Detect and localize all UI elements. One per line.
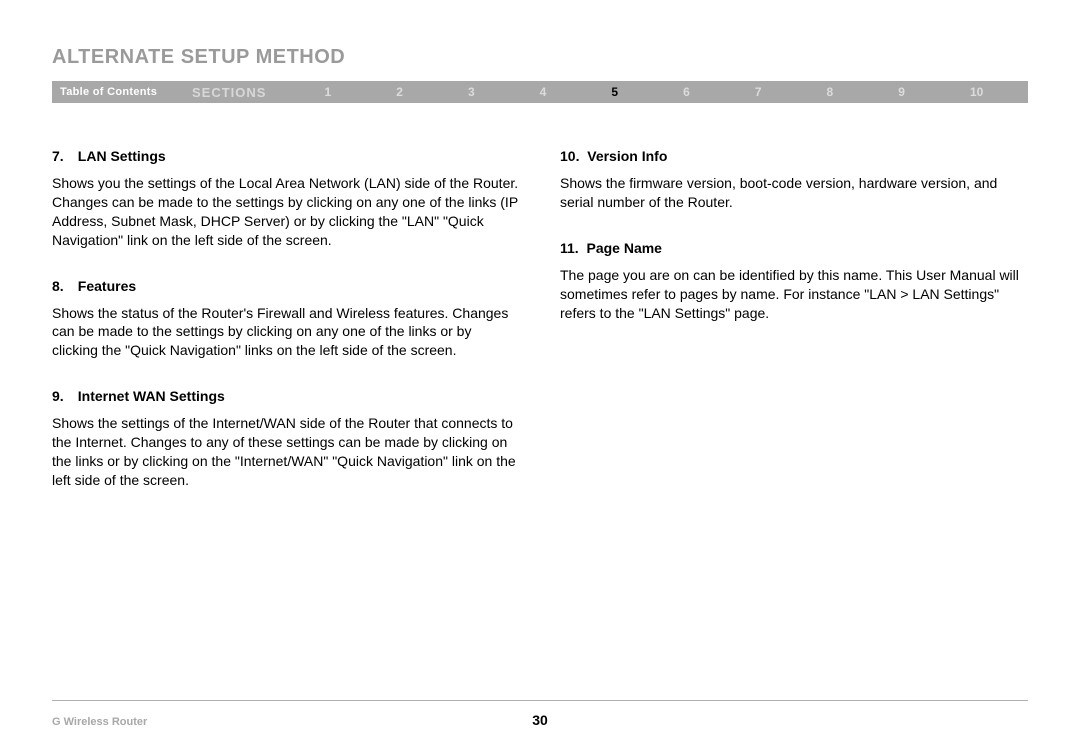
item-internet-wan: 9. Internet WAN Settings Shows the setti… — [52, 388, 520, 490]
item-number: 10. — [560, 148, 579, 164]
sections-label: SECTIONS — [192, 85, 292, 100]
item-title: Features — [78, 278, 136, 294]
footer-divider — [52, 700, 1028, 701]
section-link-2[interactable]: 2 — [396, 85, 403, 99]
section-link-10[interactable]: 10 — [970, 85, 983, 99]
section-nav-bar: Table of Contents SECTIONS 1 2 3 4 5 6 7… — [52, 81, 1028, 103]
item-body: The page you are on can be identified by… — [560, 266, 1028, 323]
item-title: Page Name — [586, 240, 661, 256]
section-link-9[interactable]: 9 — [898, 85, 905, 99]
item-number: 11. — [560, 240, 579, 256]
item-page-name: 11. Page Name The page you are on can be… — [560, 240, 1028, 323]
section-link-6[interactable]: 6 — [683, 85, 690, 99]
section-numbers: 1 2 3 4 5 6 7 8 9 10 — [292, 85, 1028, 99]
item-heading: 11. Page Name — [560, 240, 1028, 256]
item-heading: 7. LAN Settings — [52, 148, 520, 164]
item-title: LAN Settings — [78, 148, 166, 164]
item-number: 8. — [52, 278, 70, 294]
item-body: Shows the settings of the Internet/WAN s… — [52, 414, 520, 490]
item-number: 7. — [52, 148, 70, 164]
section-link-1[interactable]: 1 — [325, 85, 332, 99]
item-body: Shows you the settings of the Local Area… — [52, 174, 520, 250]
item-title: Version Info — [587, 148, 667, 164]
item-title: Internet WAN Settings — [78, 388, 225, 404]
page-title: ALTERNATE SETUP METHOD — [52, 46, 345, 69]
footer-page-number: 30 — [0, 712, 1080, 728]
section-link-5[interactable]: 5 — [611, 85, 618, 99]
item-body: Shows the status of the Router's Firewal… — [52, 304, 520, 361]
section-link-7[interactable]: 7 — [755, 85, 762, 99]
item-heading: 9. Internet WAN Settings — [52, 388, 520, 404]
item-number: 9. — [52, 388, 70, 404]
content-area: 7. LAN Settings Shows you the settings o… — [52, 148, 1028, 518]
left-column: 7. LAN Settings Shows you the settings o… — [52, 148, 520, 518]
section-link-3[interactable]: 3 — [468, 85, 475, 99]
section-link-8[interactable]: 8 — [827, 85, 834, 99]
item-version-info: 10. Version Info Shows the firmware vers… — [560, 148, 1028, 212]
toc-link[interactable]: Table of Contents — [52, 86, 192, 98]
item-features: 8. Features Shows the status of the Rout… — [52, 278, 520, 361]
section-link-4[interactable]: 4 — [540, 85, 547, 99]
item-heading: 8. Features — [52, 278, 520, 294]
item-body: Shows the firmware version, boot-code ve… — [560, 174, 1028, 212]
item-lan-settings: 7. LAN Settings Shows you the settings o… — [52, 148, 520, 250]
item-heading: 10. Version Info — [560, 148, 1028, 164]
right-column: 10. Version Info Shows the firmware vers… — [560, 148, 1028, 518]
